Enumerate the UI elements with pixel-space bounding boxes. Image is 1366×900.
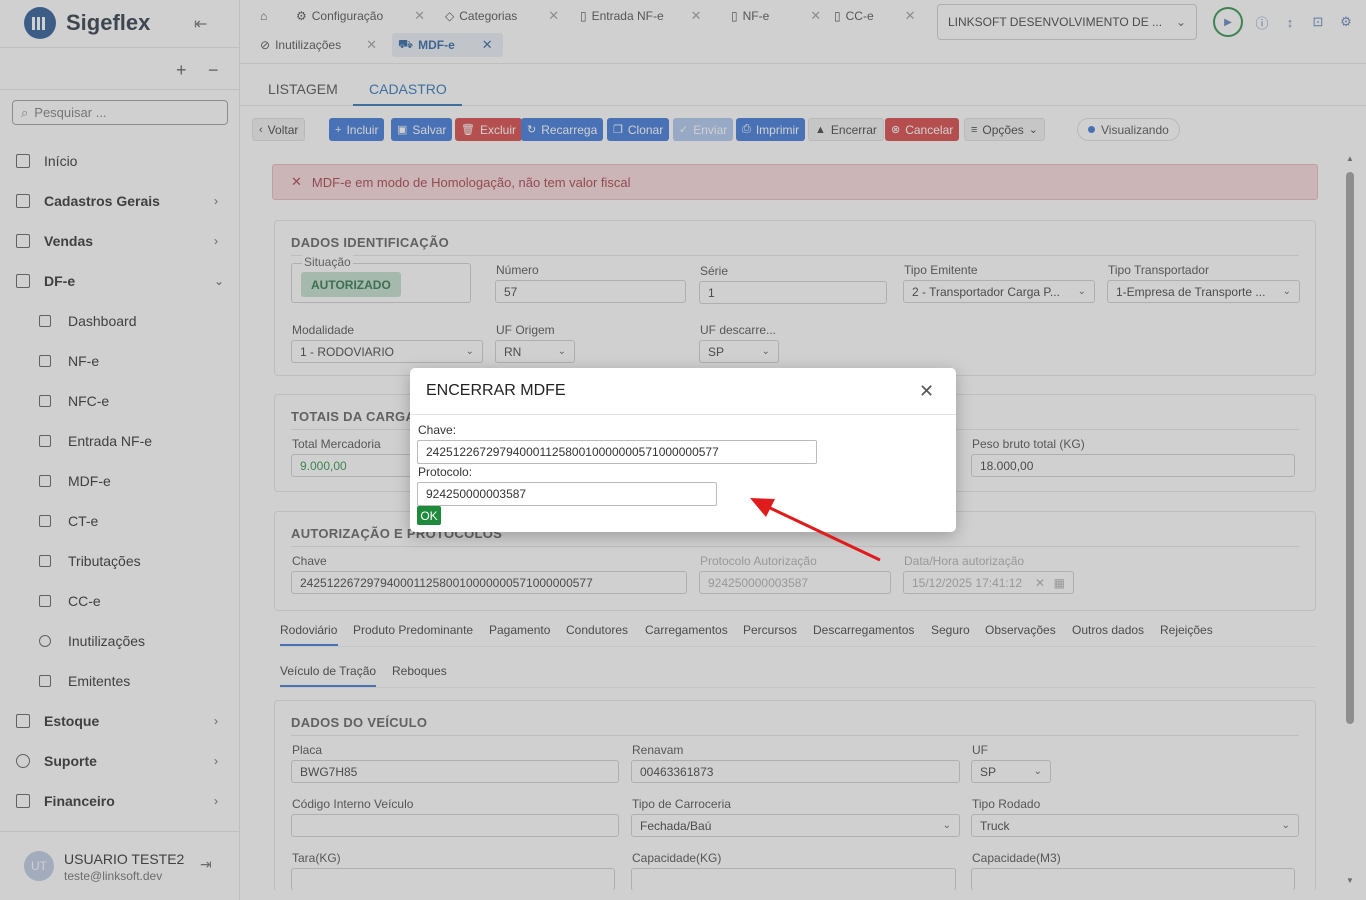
divider: [410, 414, 956, 415]
protocolo-label: Protocolo:: [418, 465, 473, 479]
encerrar-mdfe-dialog: ENCERRAR MDFE ✕ Chave: 24251226729794000…: [410, 368, 956, 532]
close-icon[interactable]: ✕: [919, 381, 934, 402]
chave-input[interactable]: 2425122672979400011258001000000057100000…: [417, 440, 817, 464]
protocolo-input[interactable]: 924250000003587: [417, 482, 717, 506]
chave-label: Chave:: [418, 423, 457, 437]
ok-button[interactable]: OK: [417, 506, 441, 525]
dialog-title: ENCERRAR MDFE: [426, 382, 566, 399]
